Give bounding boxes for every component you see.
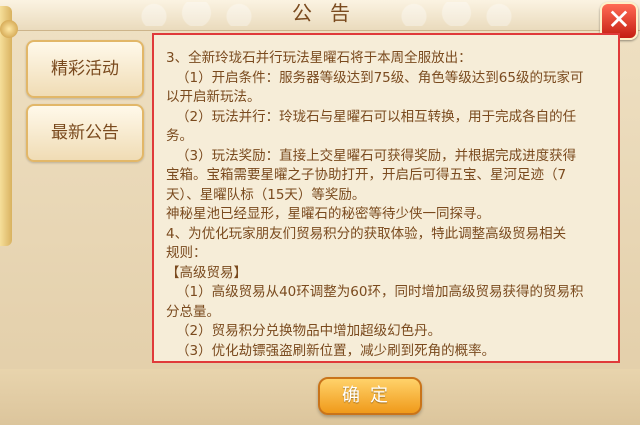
- sidebar-item-label: 精彩活动: [51, 59, 119, 79]
- announcement-line: 务。: [166, 128, 193, 144]
- announcement-line: （1）高级贸易从40环调整为60环，同时增加高级贸易获得的贸易积: [176, 284, 584, 300]
- announcement-line: 3、全新玲珑石并行玩法星曜石将于本周全服放出：: [166, 50, 472, 66]
- close-icon: ✕: [607, 3, 631, 36]
- announcement-line: 分总量。: [166, 303, 220, 320]
- announcement-line: （2）贸易积分兑换物品中增加超级幻色丹。: [176, 323, 442, 339]
- announcement-line: （1）开启条件：服务器等级达到75级、角色等级达到65级的玩家可: [176, 69, 584, 86]
- decorative-tassel: [0, 6, 18, 246]
- confirm-button[interactable]: 确定: [318, 377, 422, 415]
- window-title: 公告: [292, 1, 368, 25]
- announcement-line: 4、为优化玩家朋友们贸易积分的获取体验，特此调整高级贸易相关: [166, 225, 567, 242]
- announcement-line: 以开启新玩法。: [166, 89, 261, 105]
- sidebar-item-events[interactable]: 精彩活动: [26, 40, 144, 98]
- sidebar-item-label: 最新公告: [51, 123, 119, 143]
- title-bar: 公告: [0, 0, 640, 31]
- announcement-line: 规则：: [166, 245, 207, 261]
- confirm-button-label: 确定: [342, 385, 398, 406]
- announcement-line: 天）、星曜队标（15天）等奖励。: [166, 186, 366, 203]
- announcement-line: 【高级贸易】: [166, 264, 247, 281]
- cloud-decoration-right: [380, 2, 550, 26]
- announcement-content[interactable]: 3、全新玲珑石并行玩法星曜石将于本周全服放出： （1）开启条件：服务器等级达到7…: [152, 33, 620, 363]
- announcement-line: 宝箱。宝箱需要星曜之子协助打开，开启后可得五宝、星河足迹（7: [166, 167, 567, 183]
- announcement-line: （3）优化劫镖强盗刷新位置，减少刷到死角的概率。: [176, 342, 496, 359]
- announcement-line: （2）玩法并行：玲珑石与星曜石可以相互转换，用于完成各自的任: [176, 108, 577, 125]
- announcement-line: （3）玩法奖励：直接上交星曜石可获得奖励，并根据完成进度获得: [176, 147, 577, 164]
- announcement-line: 神秘星池已经显形，星曜石的秘密等待少侠一同探寻。: [166, 206, 490, 222]
- sidebar: 精彩活动 最新公告: [26, 40, 146, 168]
- sidebar-item-latest-announcements[interactable]: 最新公告: [26, 104, 144, 162]
- announcement-window: 公告 ✕ 精彩活动 最新公告 3、全新玲珑石并行玩法星曜石将于本周全服放出： （…: [0, 0, 640, 425]
